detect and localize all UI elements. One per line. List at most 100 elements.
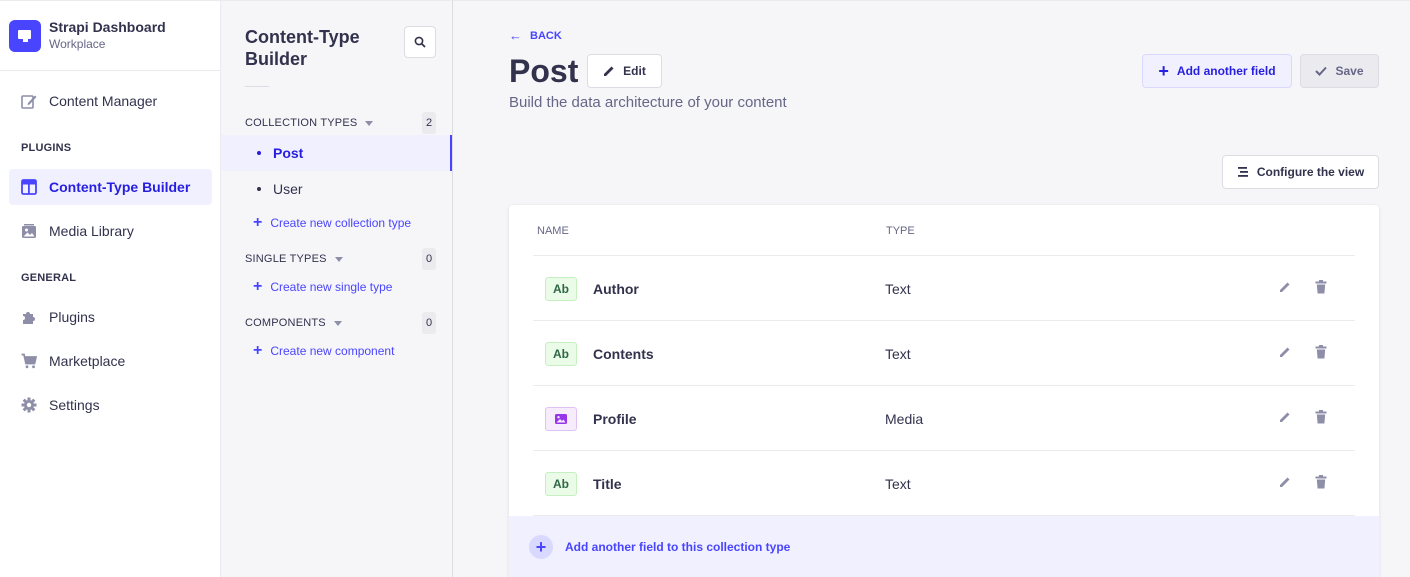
field-type: Text bbox=[885, 281, 911, 297]
subnav-item-user[interactable]: User bbox=[221, 171, 452, 207]
table-row[interactable]: Profile Media bbox=[533, 386, 1355, 451]
button-label: Add another field bbox=[1176, 64, 1276, 78]
plus-circle-icon: + bbox=[529, 535, 553, 559]
plus-icon: + bbox=[1158, 61, 1169, 81]
edit-field-pencil-icon[interactable] bbox=[1279, 346, 1291, 358]
link-label: Create new single type bbox=[270, 280, 393, 294]
plus-icon: + bbox=[253, 214, 263, 231]
plus-icon: + bbox=[253, 278, 263, 295]
table-row[interactable]: Ab Contents Text bbox=[533, 321, 1355, 386]
nav-item-settings[interactable]: Settings bbox=[9, 387, 212, 423]
text-field-icon: Ab bbox=[545, 342, 577, 366]
components-toggle[interactable]: COMPONENTS bbox=[245, 317, 342, 329]
check-icon bbox=[1315, 66, 1328, 76]
save-button[interactable]: Save bbox=[1300, 54, 1379, 88]
page-subtitle: Build the data architecture of your cont… bbox=[509, 94, 787, 111]
link-label: Create new collection type bbox=[270, 216, 412, 230]
list-settings-icon bbox=[1237, 166, 1249, 178]
single-types-toggle[interactable]: SINGLE TYPES bbox=[245, 253, 343, 265]
collection-types-toggle[interactable]: COLLECTION TYPES bbox=[245, 117, 374, 129]
caret-down-icon bbox=[334, 256, 343, 262]
subnav-title: Content-Type Builder bbox=[245, 27, 360, 69]
back-link[interactable]: ← BACK bbox=[509, 28, 562, 43]
text-field-icon: Ab bbox=[545, 472, 577, 496]
table-row[interactable]: Ab Author Text bbox=[533, 256, 1355, 321]
section-label: COMPONENTS bbox=[245, 317, 326, 329]
main-navigation: Strapi Dashboard Workplace Content Manag… bbox=[0, 0, 221, 577]
field-name: Contents bbox=[593, 346, 654, 362]
single-types-count: 0 bbox=[422, 248, 436, 270]
delete-field-trash-icon[interactable] bbox=[1315, 280, 1327, 294]
divider bbox=[245, 86, 269, 87]
subnav-item-label: User bbox=[273, 181, 303, 197]
nav-item-label: Content-Type Builder bbox=[49, 179, 191, 195]
caret-down-icon bbox=[333, 320, 342, 326]
nav-item-content-manager[interactable]: Content Manager bbox=[9, 83, 212, 119]
edit-field-pencil-icon[interactable] bbox=[1279, 476, 1291, 488]
nav-item-plugins[interactable]: Plugins bbox=[9, 299, 212, 335]
caret-down-icon bbox=[365, 120, 374, 126]
field-name: Author bbox=[593, 281, 639, 297]
main-content: ← BACK Post Edit Build the data architec… bbox=[453, 0, 1410, 577]
button-label: Save bbox=[1335, 64, 1364, 78]
field-type: Text bbox=[885, 346, 911, 362]
bullet-icon bbox=[257, 187, 261, 191]
layout-icon bbox=[21, 179, 37, 195]
button-label: Configure the view bbox=[1256, 165, 1365, 179]
table-row[interactable]: Ab Title Text bbox=[533, 451, 1355, 516]
field-name: Title bbox=[593, 476, 622, 492]
field-name: Profile bbox=[593, 411, 637, 427]
image-icon bbox=[21, 223, 37, 239]
section-label: SINGLE TYPES bbox=[245, 253, 327, 265]
arrow-left-icon: ← bbox=[509, 28, 522, 43]
puzzle-icon bbox=[21, 309, 37, 325]
nav-item-content-type-builder[interactable]: Content-Type Builder bbox=[9, 169, 212, 205]
column-header-name: NAME bbox=[537, 225, 569, 237]
bullet-icon bbox=[257, 151, 261, 155]
search-button[interactable] bbox=[404, 26, 436, 58]
column-header-type: TYPE bbox=[886, 225, 915, 237]
shopping-cart-icon bbox=[21, 353, 37, 369]
plus-icon: + bbox=[253, 342, 263, 359]
nav-item-label: Plugins bbox=[49, 309, 95, 325]
nav-section-general: GENERAL bbox=[21, 272, 77, 284]
section-label: COLLECTION TYPES bbox=[245, 117, 358, 129]
text-field-icon: Ab bbox=[545, 277, 577, 301]
delete-field-trash-icon[interactable] bbox=[1315, 475, 1327, 489]
field-type: Media bbox=[885, 411, 924, 427]
edit-field-pencil-icon[interactable] bbox=[1279, 281, 1291, 293]
page-title: Post bbox=[509, 53, 579, 89]
button-label: Edit bbox=[623, 64, 646, 78]
pencil-icon bbox=[603, 65, 615, 77]
add-field-to-collection-button[interactable]: + Add another field to this collection t… bbox=[509, 516, 1379, 577]
button-label: Add another field to this collection typ… bbox=[565, 540, 791, 554]
brand-title: Strapi Dashboard bbox=[49, 19, 166, 35]
collection-types-count: 2 bbox=[422, 112, 436, 134]
create-collection-type-link[interactable]: + Create new collection type bbox=[253, 214, 412, 231]
nav-item-label: Media Library bbox=[49, 223, 134, 239]
delete-field-trash-icon[interactable] bbox=[1315, 345, 1327, 359]
configure-view-button[interactable]: Configure the view bbox=[1222, 155, 1379, 189]
content-type-subnav: Content-Type Builder COLLECTION TYPES 2 … bbox=[221, 0, 453, 577]
pencil-square-icon bbox=[21, 93, 37, 109]
nav-section-plugins: PLUGINS bbox=[21, 142, 72, 154]
add-another-field-button[interactable]: + Add another field bbox=[1142, 54, 1292, 88]
delete-field-trash-icon[interactable] bbox=[1315, 410, 1327, 424]
gear-icon bbox=[21, 397, 37, 413]
brand-subtitle: Workplace bbox=[49, 37, 106, 51]
table-header: NAME TYPE bbox=[533, 205, 1355, 256]
strapi-logo-icon bbox=[9, 19, 41, 52]
components-count: 0 bbox=[422, 312, 436, 334]
subnav-item-post[interactable]: Post bbox=[221, 135, 452, 171]
nav-item-marketplace[interactable]: Marketplace bbox=[9, 343, 212, 379]
link-label: Create new component bbox=[270, 344, 395, 358]
create-component-link[interactable]: + Create new component bbox=[253, 342, 395, 359]
edit-button[interactable]: Edit bbox=[587, 54, 662, 88]
nav-item-label: Marketplace bbox=[49, 353, 126, 369]
nav-item-label: Settings bbox=[49, 397, 100, 413]
create-single-type-link[interactable]: + Create new single type bbox=[253, 278, 393, 295]
fields-table: NAME TYPE Ab Author Text Ab Contents Tex… bbox=[509, 205, 1379, 577]
brand-header[interactable]: Strapi Dashboard Workplace bbox=[0, 1, 220, 71]
edit-field-pencil-icon[interactable] bbox=[1279, 411, 1291, 423]
nav-item-media-library[interactable]: Media Library bbox=[9, 213, 212, 249]
